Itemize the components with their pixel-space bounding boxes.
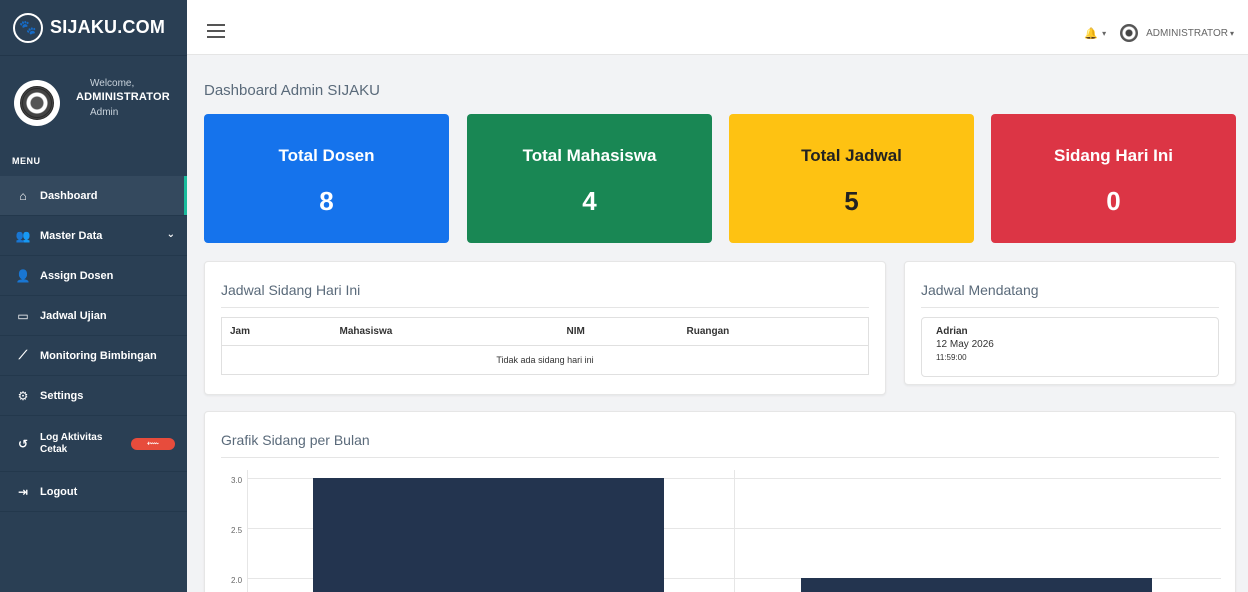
empty-table-message: Tidak ada sidang hari ini [221, 345, 869, 375]
sidebar-item-dashboard[interactable]: ⌂ Dashboard [0, 176, 187, 216]
history-icon: ↺ [17, 436, 29, 451]
status-badge: ⬳ [131, 438, 175, 450]
avatar [14, 80, 60, 126]
sidebar: 🐾 SIJAKU.COM Welcome, ADMINISTRATOR Admi… [0, 0, 187, 592]
user-menu-label[interactable]: ADMINISTRATOR [1146, 28, 1228, 39]
stat-value: 4 [582, 186, 597, 216]
y-axis-line [247, 470, 248, 592]
sidebar-item-settings[interactable]: ⚙ Settings [0, 376, 187, 416]
sidebar-item-log-aktivitas[interactable]: ↺ Log Aktivitas Cetak ⬳ [0, 416, 187, 472]
upcoming-schedule-panel: Jadwal Mendatang Adrian 12 May 2026 11:5… [904, 261, 1236, 385]
sidebar-item-label: Settings [40, 389, 84, 402]
user-avatar[interactable] [1120, 24, 1139, 42]
table-header: Jam [221, 317, 332, 346]
chevron-down-icon: ▾ [1102, 28, 1107, 38]
stat-card-total-jadwal: Total Jadwal 5 [729, 114, 974, 243]
panel-title: Grafik Sidang per Bulan [221, 412, 1219, 458]
today-schedule-panel: Jadwal Sidang Hari Ini Jam Mahasiswa NIM… [204, 261, 886, 395]
list-item[interactable]: Adrian 12 May 2026 11:59:00 [921, 317, 1219, 377]
y-tick-label: 3.0 [231, 476, 243, 485]
stat-label: Total Mahasiswa [522, 146, 657, 165]
brand-name: SIJAKU.COM [50, 17, 166, 37]
user-name: ADMINISTRATOR [76, 91, 170, 103]
logout-icon: ⇥ [17, 484, 29, 499]
sidebar-item-label: Logout [40, 485, 78, 498]
sidebar-item-jadwal-ujian[interactable]: ▭ Jadwal Ujian [0, 296, 187, 336]
schedule-date: 12 May 2026 [936, 339, 994, 350]
page-title: Dashboard Admin SIJAKU [204, 82, 380, 99]
schedule-table: Jam Mahasiswa NIM Ruangan Tidak ada sida… [221, 317, 869, 375]
sidebar-item-label-line2: Cetak [40, 443, 68, 455]
sidebar-item-label: Log Aktivitas [40, 431, 103, 443]
sidebar-item-master-data[interactable]: 👥 Master Data ⌄ [0, 216, 187, 256]
panel-title: Jadwal Sidang Hari Ini [221, 262, 869, 308]
sidebar-item-label: Monitoring Bimbingan [40, 349, 157, 362]
chart-panel: Grafik Sidang per Bulan 3.0 2.5 2.0 [204, 411, 1236, 592]
bar-chart: 3.0 2.5 2.0 [221, 470, 1221, 592]
stat-card-sidang-hari-ini: Sidang Hari Ini 0 [991, 114, 1236, 243]
sidebar-item-monitoring-bimbingan[interactable]: ⟋ Monitoring Bimbingan [0, 336, 187, 376]
paw-logo-icon: 🐾 [13, 12, 43, 43]
calendar-icon: ▭ [17, 308, 29, 323]
sidebar-item-label: Jadwal Ujian [40, 309, 107, 322]
chevron-down-icon: ⌄ [166, 229, 175, 240]
sidebar-item-label: Master Data [40, 229, 103, 242]
topbar: 🔔 ▾ ADMINISTRATOR ▾ [187, 0, 1248, 55]
table-header: NIM [558, 317, 679, 346]
sidebar-item-assign-dosen[interactable]: 👤 Assign Dosen [0, 256, 187, 296]
gear-icon: ⚙ [17, 388, 29, 403]
student-name: Adrian [936, 326, 968, 337]
sidebar-item-label: Assign Dosen [40, 269, 114, 282]
chevron-down-icon: ▾ [1229, 28, 1234, 38]
y-tick-label: 2.0 [231, 576, 243, 585]
bell-icon[interactable]: 🔔 [1084, 27, 1098, 40]
user-plus-icon: 👤 [15, 268, 31, 283]
y-tick-label: 2.5 [231, 526, 243, 535]
chart-bar [801, 578, 1152, 592]
stat-label: Total Jadwal [801, 146, 902, 165]
x-gridline [734, 470, 735, 592]
stat-value: 5 [844, 186, 859, 216]
schedule-time: 11:59:00 [936, 353, 967, 362]
welcome-text: Welcome, [90, 78, 135, 89]
panel-title: Jadwal Mendatang [921, 262, 1219, 308]
chart-bar [313, 478, 664, 592]
table-header: Ruangan [678, 317, 869, 346]
user-role: Admin [90, 107, 119, 118]
sidebar-item-label: Dashboard [40, 189, 98, 202]
stat-card-total-mahasiswa: Total Mahasiswa 4 [467, 114, 712, 243]
stat-value: 0 [1106, 186, 1121, 216]
menu-title: MENU [12, 156, 41, 166]
stat-label: Sidang Hari Ini [1053, 146, 1174, 165]
sidebar-item-logout[interactable]: ⇥ Logout [0, 472, 187, 512]
stat-value: 8 [319, 186, 334, 216]
stat-label: Total Dosen [278, 146, 375, 165]
brand[interactable]: 🐾 SIJAKU.COM [0, 0, 187, 56]
stat-card-total-dosen: Total Dosen 8 [204, 114, 449, 243]
menu-toggle-icon[interactable] [207, 24, 225, 38]
home-icon: ⌂ [19, 188, 27, 203]
users-icon: 👥 [15, 228, 31, 243]
user-profile: Welcome, ADMINISTRATOR Admin [0, 56, 187, 144]
table-header: Mahasiswa [331, 317, 559, 346]
chart-line-icon: ⟋ [18, 348, 28, 362]
